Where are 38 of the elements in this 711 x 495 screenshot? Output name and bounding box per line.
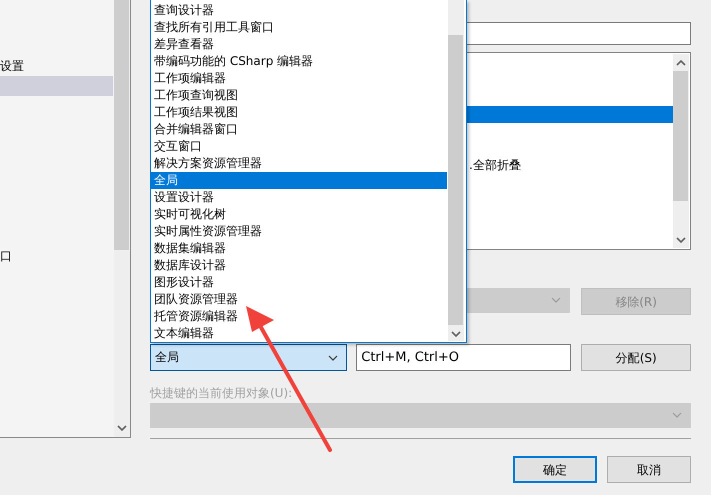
used-by-label: 快捷键的当前使用对象(U): xyxy=(150,385,294,402)
dropdown-option[interactable]: 实时可视化树 xyxy=(151,206,447,223)
dropdown-option[interactable]: 数据集编辑器 xyxy=(151,240,447,257)
dropdown-option[interactable]: 文本编辑器 xyxy=(151,325,447,342)
tree-item[interactable]: 设置 xyxy=(0,59,24,73)
dropdown-option[interactable]: 托管资源编辑器 xyxy=(151,308,447,325)
tree-item[interactable]: 口 xyxy=(0,249,12,263)
dropdown-option[interactable]: 数据库设计器 xyxy=(151,257,447,274)
dropdown-option[interactable]: 实时属性资源管理器 xyxy=(151,223,447,240)
cancel-button[interactable]: 取消 xyxy=(607,456,691,483)
used-by-combo[interactable] xyxy=(150,403,691,428)
chevron-down-icon xyxy=(328,355,338,362)
dropdown-option[interactable]: 带编码功能的 CSharp 编辑器 xyxy=(151,53,447,70)
dropdown-option[interactable]: 查找所有引用工具窗口 xyxy=(151,19,447,36)
scrollbar[interactable] xyxy=(114,0,130,437)
dropdown-option[interactable]: 工作项结果视图 xyxy=(151,104,447,121)
dropdown-option[interactable]: 工作项查询视图 xyxy=(151,87,447,104)
ok-button[interactable]: 确定 xyxy=(513,456,598,483)
command-list-item[interactable]: .全部折叠 xyxy=(469,158,521,172)
chevron-down-icon xyxy=(551,297,562,304)
scope-value: 全局 xyxy=(155,350,179,364)
scope-combo[interactable]: 全局 xyxy=(150,344,348,371)
dropdown-option[interactable]: 图形设计器 xyxy=(151,274,447,291)
dropdown-option[interactable]: 查询设计器 xyxy=(151,2,447,19)
dropdown-option[interactable]: 团队资源管理器 xyxy=(151,291,447,308)
dropdown-option[interactable]: 设置设计器 xyxy=(151,189,447,206)
assign-button[interactable]: 分配(S) xyxy=(581,344,691,371)
dropdown-option[interactable]: 交互窗口 xyxy=(151,138,447,155)
scrollbar-thumb[interactable] xyxy=(673,71,688,201)
chevron-down-icon xyxy=(672,412,682,419)
scrollbar-thumb[interactable] xyxy=(448,35,463,325)
shortcut-keys-field[interactable]: Ctrl+M, Ctrl+O xyxy=(356,344,572,371)
tree-item-highlight[interactable] xyxy=(0,76,113,96)
dropdown-option[interactable]: 解决方案资源管理器 xyxy=(151,155,447,172)
dropdown-option[interactable]: 合并编辑器窗口 xyxy=(151,121,447,138)
dropdown-option[interactable]: 全局 xyxy=(151,172,447,189)
dropdown-option[interactable]: 工作项编辑器 xyxy=(151,70,447,87)
dropdown-option[interactable]: 差异查看器 xyxy=(151,36,447,53)
